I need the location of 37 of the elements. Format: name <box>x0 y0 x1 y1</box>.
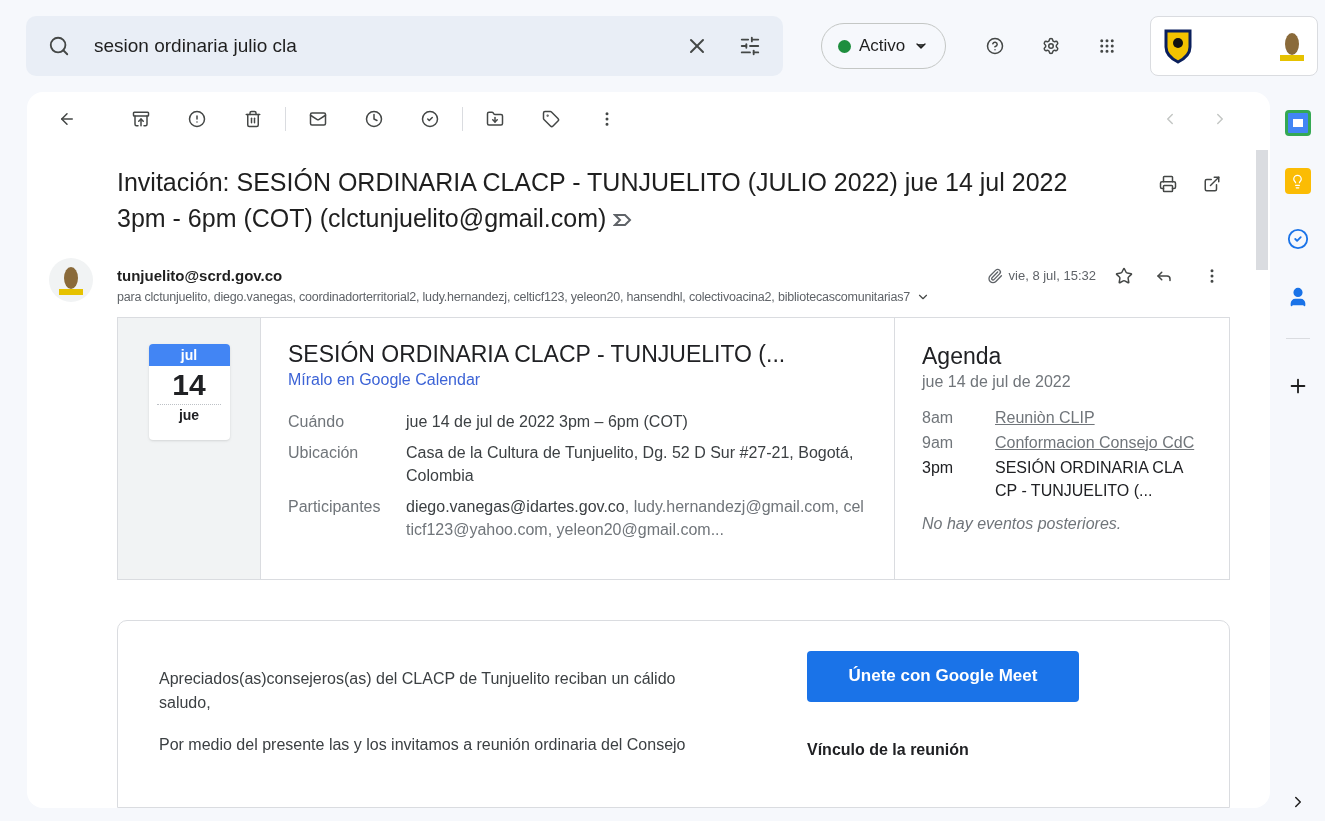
body-paragraph: Apreciados(as)consejeros(as) del CLACP de Tunjuelito reciban un cálido saludo, <box>159 668 677 713</box>
detail-label: Ubicación <box>288 442 360 463</box>
agenda-event[interactable]: Conformacion Consejo CdC <box>995 430 1195 454</box>
calendar-app-icon[interactable] <box>1284 110 1311 136</box>
sender-email: tunjuelito@scrd.gov.co <box>117 265 283 286</box>
search-icon <box>48 35 70 57</box>
agenda-footer: No hay eventos posteriores. <box>922 511 1195 536</box>
calendar-month: jul <box>148 343 230 366</box>
important-marker-icon[interactable] <box>613 213 634 228</box>
meet-button[interactable]: Únete con Google Meet <box>807 650 1079 702</box>
sender-avatar <box>49 258 93 302</box>
scrollbar-thumb[interactable] <box>1256 150 1268 270</box>
calendar-day: 14 <box>172 365 206 404</box>
filter-icon <box>739 35 761 57</box>
email-subject: Invitación: SESIÓN ORDINARIA CLACP - TUNJUELITO (JULIO 2022) jue 14 jul 2022 3pm - 6pm (COT) (clctunjuelito@gmail.com) <box>117 167 1069 234</box>
detail-value: jue 14 de jul de 2022 3pm – 6pm (COT) <box>406 411 688 432</box>
detail-label: Cuándo <box>288 411 346 432</box>
event-time: 3pm <box>922 457 955 478</box>
event-time: 8am <box>922 407 955 428</box>
search-field[interactable]: sesion ordinaria julio cla <box>26 16 783 76</box>
agenda-event: SESIÓN ORDINARIA CLACP - TUNJUELITO (... <box>995 457 1185 501</box>
agenda-date: jue 14 de jul de 2022 <box>922 371 1072 392</box>
recipients-text: para clctunjuelito, diego.vanegas, coordinadorterritorial2, ludy.hernandezj, celticf123, yeleon20, hansendhl, colectivoacina2, bibliotecascomunitarias7 <box>117 289 910 306</box>
event-time: 9am <box>922 432 955 453</box>
detail-label: Participantes <box>288 496 382 517</box>
event-title: SESIÓN ORDINARIA CLACP - TUNJUELITO (... <box>288 339 787 368</box>
meeting-link-heading: Vínculo de la reunión <box>807 739 970 760</box>
calendar-weekday: jue <box>157 403 221 426</box>
agenda-event[interactable]: Reuniòn CLIP <box>995 405 1095 429</box>
account-card[interactable] <box>1150 16 1319 76</box>
agenda-title: Agenda <box>922 341 1003 370</box>
detail-value: diego.vanegas@idartes.gov.co, ludy.hernandezj@gmail.com, celticf123@yahoo.com, yeleon20@gmail.com... <box>406 496 865 540</box>
body-paragraph: Por medio del presente las y los invitamos a reunión ordinaria del Consejo <box>159 734 687 755</box>
detail-value: Casa de la Cultura de Tunjuelito, Dg. 52 D Sur #27-21, Bogotá, Colombia <box>406 442 855 486</box>
search-input[interactable]: sesion ordinaria julio cla <box>94 31 685 61</box>
calendar-link[interactable]: Míralo en Google Calendar <box>288 370 481 388</box>
email-date: vie, 8 jul, 15:32 <box>1008 267 1096 286</box>
